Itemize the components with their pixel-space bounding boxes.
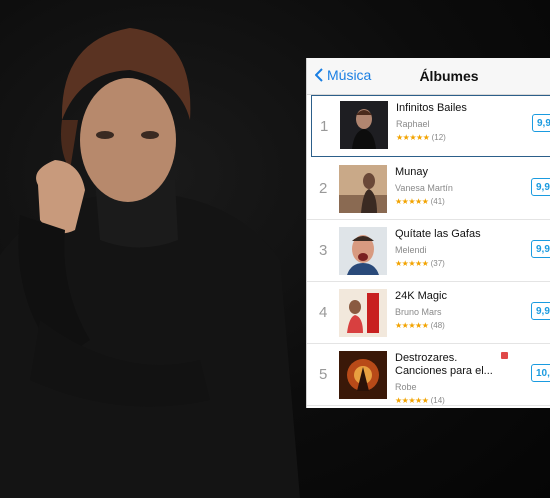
rank-number: 1 [320, 118, 329, 135]
album-cover [340, 101, 388, 149]
price-button[interactable]: 10,9 [531, 364, 550, 382]
album-row[interactable]: 3 Quítate las Gafas Melendi ★★★★★ (37) 9… [307, 220, 550, 282]
album-artist: Bruno Mars [395, 307, 442, 317]
album-list: 1 Infinitos Bailes Raphael ★★★★★ (12) 9,… [307, 95, 550, 406]
rating: ★★★★★ (12) [396, 133, 496, 142]
stars-icon: ★★★★★ [396, 133, 430, 142]
stars-icon: ★★★★★ [395, 321, 429, 330]
rating-count: (14) [430, 396, 445, 405]
stars-icon: ★★★★★ [395, 197, 429, 206]
rating: ★★★★★ (37) [395, 259, 495, 268]
rating: ★★★★★ (41) [395, 197, 495, 206]
album-artist: Robe [395, 382, 417, 392]
nav-bar: Música Álbumes [307, 58, 550, 95]
rating: ★★★★★ (48) [395, 321, 495, 330]
rating-count: (48) [430, 321, 445, 330]
album-row[interactable]: 2 Munay Vanesa Martín ★★★★★ (41) 9,9 [307, 158, 550, 220]
album-row[interactable]: 4 24K Magic Bruno Mars ★★★★★ (48) 9,9 [307, 282, 550, 344]
album-cover [339, 289, 387, 337]
stars-icon: ★★★★★ [395, 259, 429, 268]
rank-number: 5 [319, 366, 328, 383]
album-cover [339, 165, 387, 213]
album-title: 24K Magic [395, 290, 447, 302]
price-button[interactable]: 9,9 [531, 178, 550, 196]
price-button[interactable]: 9,9 [531, 302, 550, 320]
rating-count: (41) [430, 197, 445, 206]
rating: ★★★★★ (14) [395, 396, 495, 405]
album-artist: Raphael [396, 119, 430, 129]
explicit-badge-icon [501, 352, 508, 359]
rank-number: 4 [319, 304, 328, 321]
stars-icon: ★★★★★ [395, 396, 429, 405]
album-title: Munay [395, 166, 429, 178]
album-artist: Vanesa Martín [395, 183, 453, 193]
album-artist: Melendi [395, 245, 427, 255]
album-title: Destrozares. Canciones para el... [395, 352, 493, 377]
price-button[interactable]: 9,9 [531, 240, 550, 258]
itunes-albums-panel: Música Álbumes 1 Infinitos Bailes Raphae… [306, 58, 550, 408]
rank-number: 3 [319, 242, 328, 259]
album-cover [339, 351, 387, 399]
album-cover [339, 227, 387, 275]
rating-count: (12) [431, 133, 446, 142]
album-title: Infinitos Bailes [396, 102, 467, 114]
album-title: Quítate las Gafas [395, 228, 481, 240]
album-row[interactable]: 1 Infinitos Bailes Raphael ★★★★★ (12) 9,… [311, 95, 550, 157]
rating-count: (37) [430, 259, 445, 268]
rank-number: 2 [319, 180, 328, 197]
price-button[interactable]: 9,9 [532, 114, 550, 132]
page-title: Álbumes [419, 68, 479, 84]
album-row[interactable]: 5 Destrozares. Canciones para el... Robe… [307, 344, 550, 406]
